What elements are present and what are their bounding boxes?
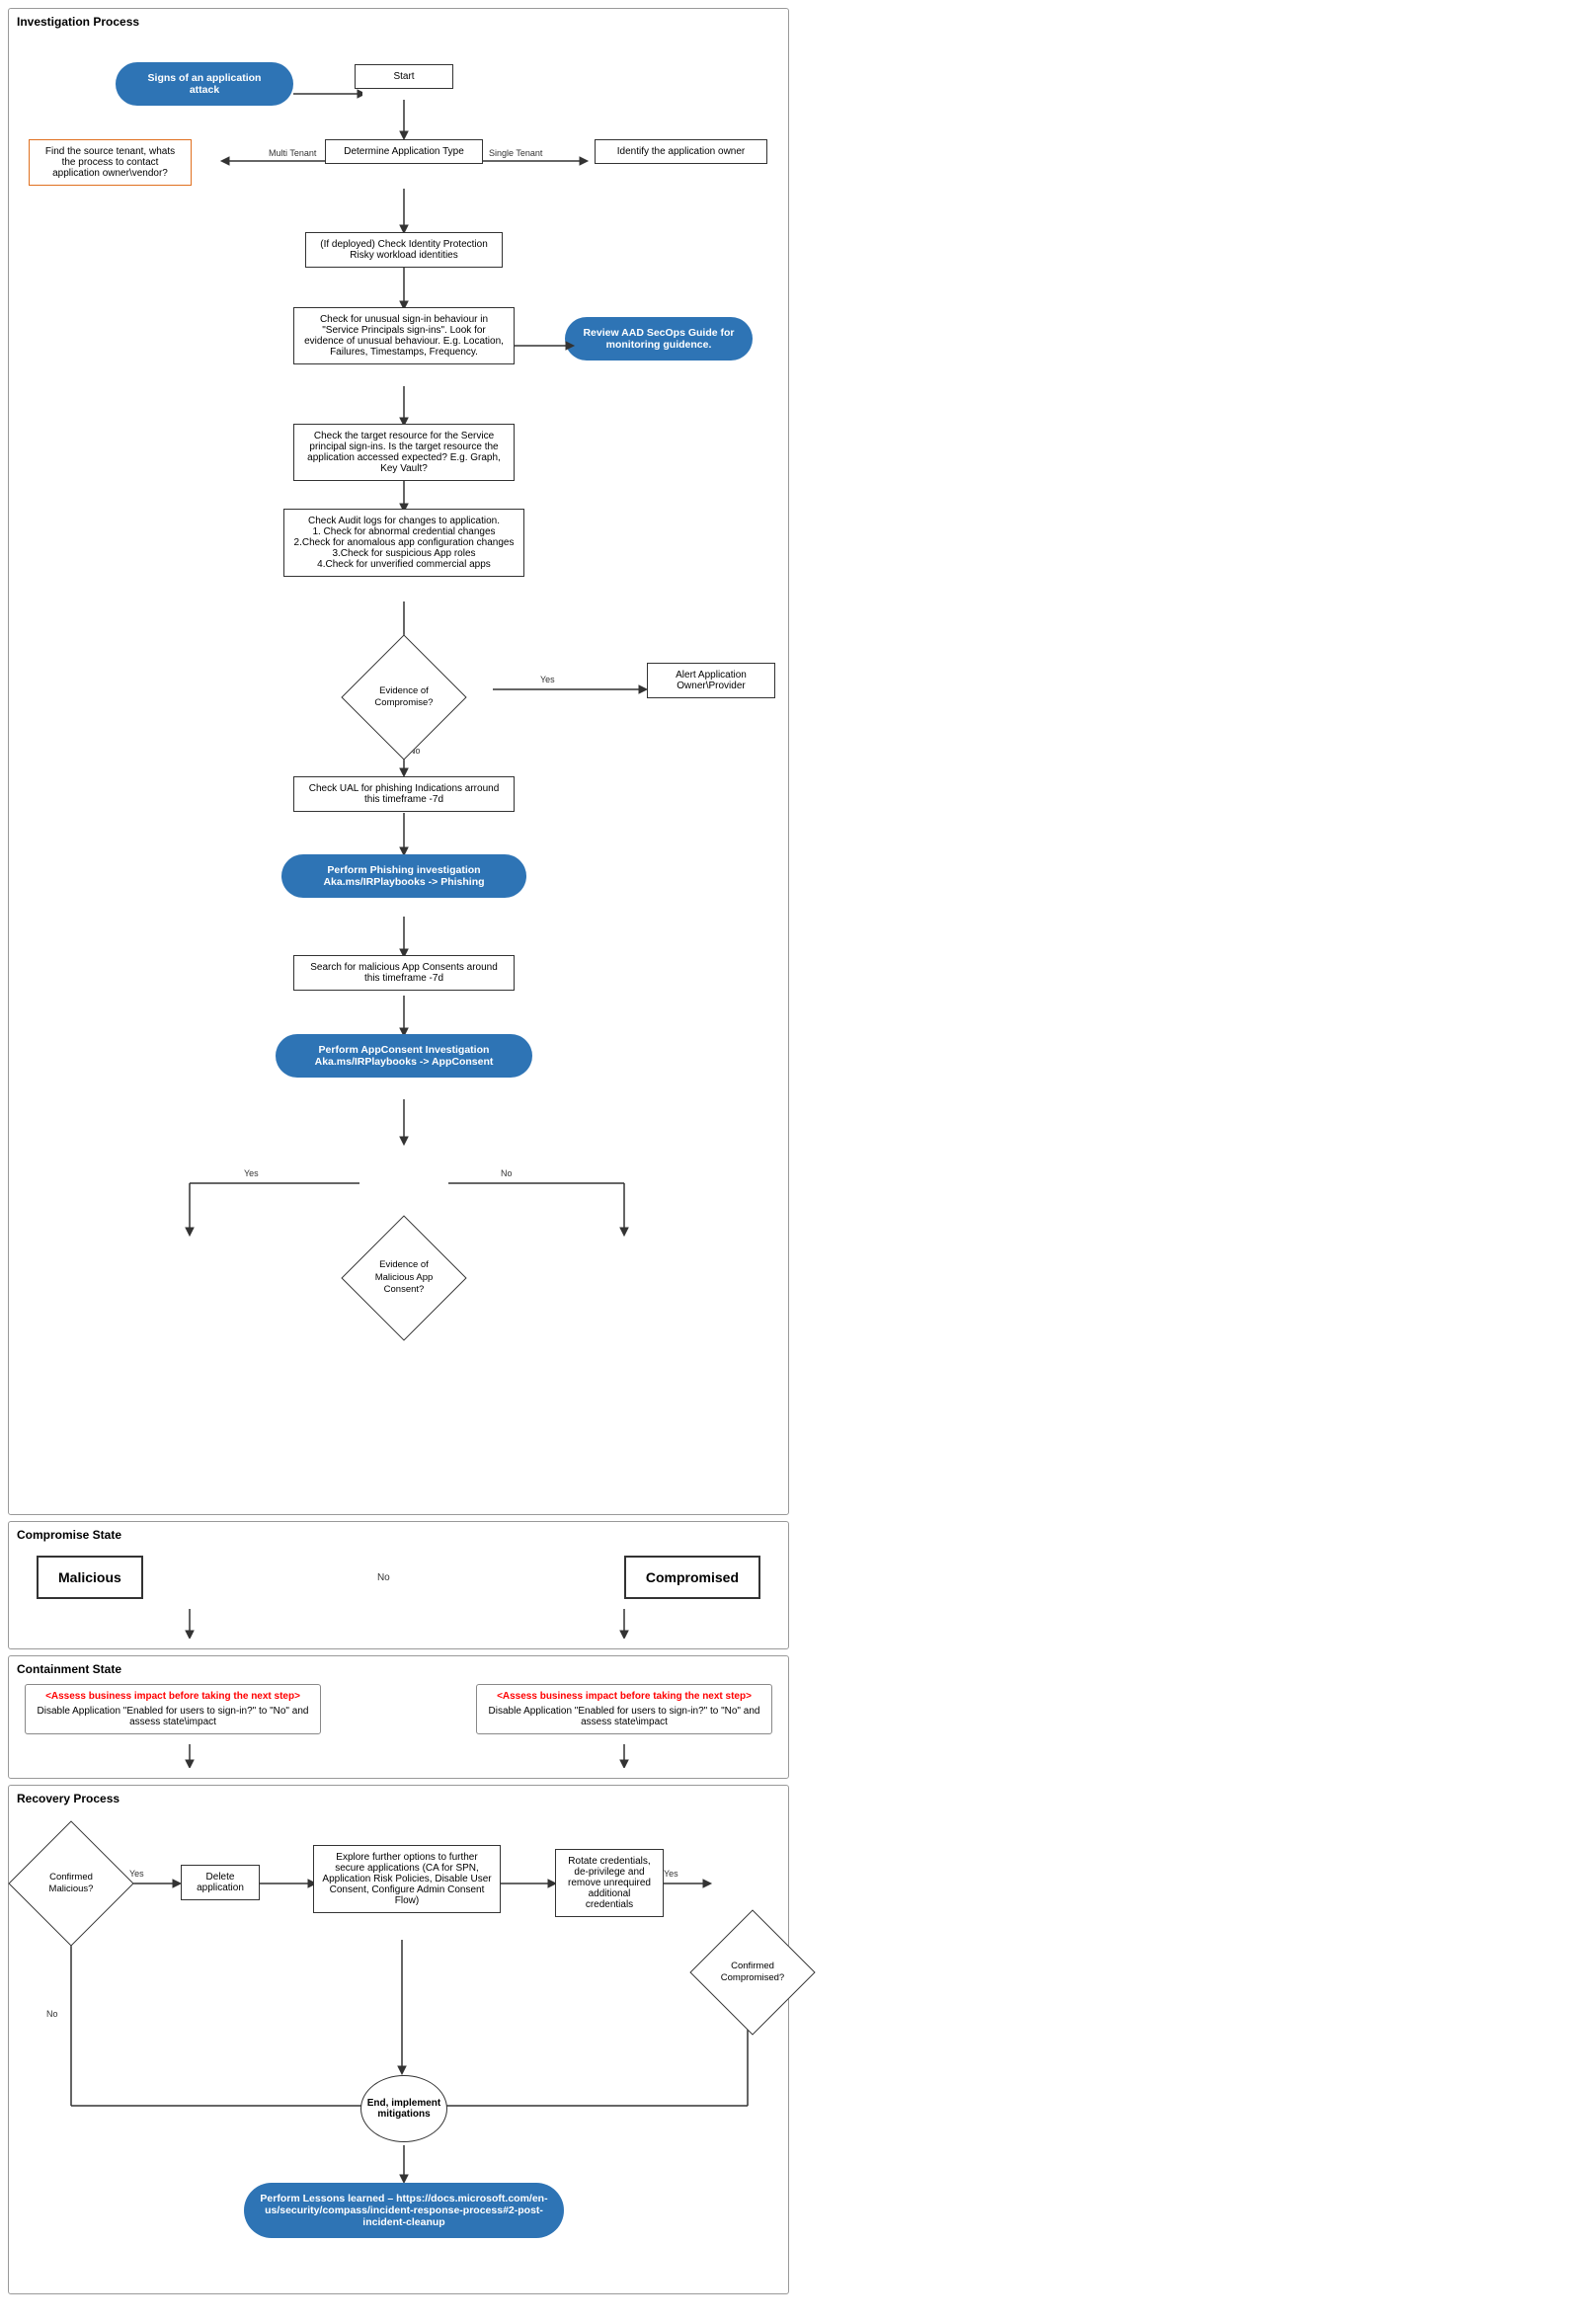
containment-section: Containment State <Assess business impac…	[8, 1655, 789, 1779]
compromised-box: Compromised	[624, 1556, 760, 1599]
yes-label-2: Yes	[244, 1168, 259, 1178]
evidence-compromise-node: Evidence of Compromise?	[359, 653, 448, 742]
investigation-section: Investigation Process Multi Tenant Singl…	[8, 8, 789, 1515]
yes-label-1: Yes	[540, 675, 555, 684]
recovery-section: Recovery Process Yes Yes	[8, 1785, 789, 2294]
check-signin-node: Check for unusual sign-in behaviour in "…	[293, 307, 515, 364]
svg-text:No: No	[46, 2009, 58, 2019]
single-tenant-label: Single Tenant	[489, 148, 543, 158]
search-consent-node: Search for malicious App Consents around…	[293, 955, 515, 991]
no-label-2: No	[501, 1168, 513, 1178]
svg-text:Yes: Yes	[129, 1869, 144, 1879]
determine-app-type-node: Determine Application Type	[325, 139, 483, 164]
investigation-flowchart: Multi Tenant Single Tenant	[17, 33, 792, 1504]
rotate-creds-node: Rotate credentials, de-privilege and rem…	[555, 1849, 664, 1917]
compromise-section: Compromise State Malicious No Compromise…	[8, 1521, 789, 1649]
check-target-node: Check the target resource for the Servic…	[293, 424, 515, 481]
containment-left: <Assess business impact before taking th…	[25, 1684, 321, 1734]
malicious-box: Malicious	[37, 1556, 143, 1599]
compromise-title: Compromise State	[17, 1528, 780, 1542]
containment-right-box: <Assess business impact before taking th…	[476, 1684, 772, 1734]
confirmed-malicious-node: Confirmed Malicious?	[27, 1839, 116, 1928]
recovery-title: Recovery Process	[17, 1792, 780, 1805]
review-aad-node: Review AAD SecOps Guide for monitoring g…	[565, 317, 753, 361]
signs-attack-node: Signs of an application attack	[116, 62, 293, 106]
perform-lessons-node: Perform Lessons learned – https://docs.m…	[244, 2183, 564, 2238]
delete-app-node: Delete application	[181, 1865, 260, 1900]
check-identity-node: (If deployed) Check Identity Protection …	[305, 232, 503, 268]
end-mitigations-node: End, implement mitigations	[359, 2074, 448, 2143]
compromise-arrows	[17, 1609, 792, 1639]
containment-down-arrows	[17, 1744, 792, 1768]
check-ual-node: Check UAL for phishing Indications arrou…	[293, 776, 515, 812]
evidence-malicious-node: Evidence of Malicious App Consent?	[359, 1234, 448, 1322]
alert-owner-node: Alert Application Owner\Provider	[647, 663, 775, 698]
check-audit-node: Check Audit logs for changes to applicat…	[283, 509, 524, 577]
svg-text:Yes: Yes	[664, 1869, 678, 1879]
full-page: Investigation Process Multi Tenant Singl…	[0, 0, 797, 2308]
confirmed-compromised-node: Confirmed Compromised?	[708, 1928, 797, 2017]
perform-appconsent-node: Perform AppConsent Investigation Aka.ms/…	[276, 1034, 532, 1078]
start-node: Start	[355, 64, 453, 89]
identify-owner-node: Identify the application owner	[595, 139, 767, 164]
investigation-title: Investigation Process	[17, 15, 780, 29]
containment-left-box: <Assess business impact before taking th…	[25, 1684, 321, 1734]
explore-options-node: Explore further options to further secur…	[313, 1845, 501, 1913]
recovery-flowchart: Yes Yes No	[17, 1809, 792, 2284]
find-source-node: Find the source tenant, whats the proces…	[29, 139, 192, 186]
no-label-compromise: No	[377, 1572, 390, 1583]
containment-title: Containment State	[17, 1662, 780, 1676]
perform-phishing-node: Perform Phishing investigation Aka.ms/IR…	[281, 854, 526, 898]
multi-tenant-label: Multi Tenant	[269, 148, 317, 158]
containment-right: <Assess business impact before taking th…	[476, 1684, 772, 1734]
